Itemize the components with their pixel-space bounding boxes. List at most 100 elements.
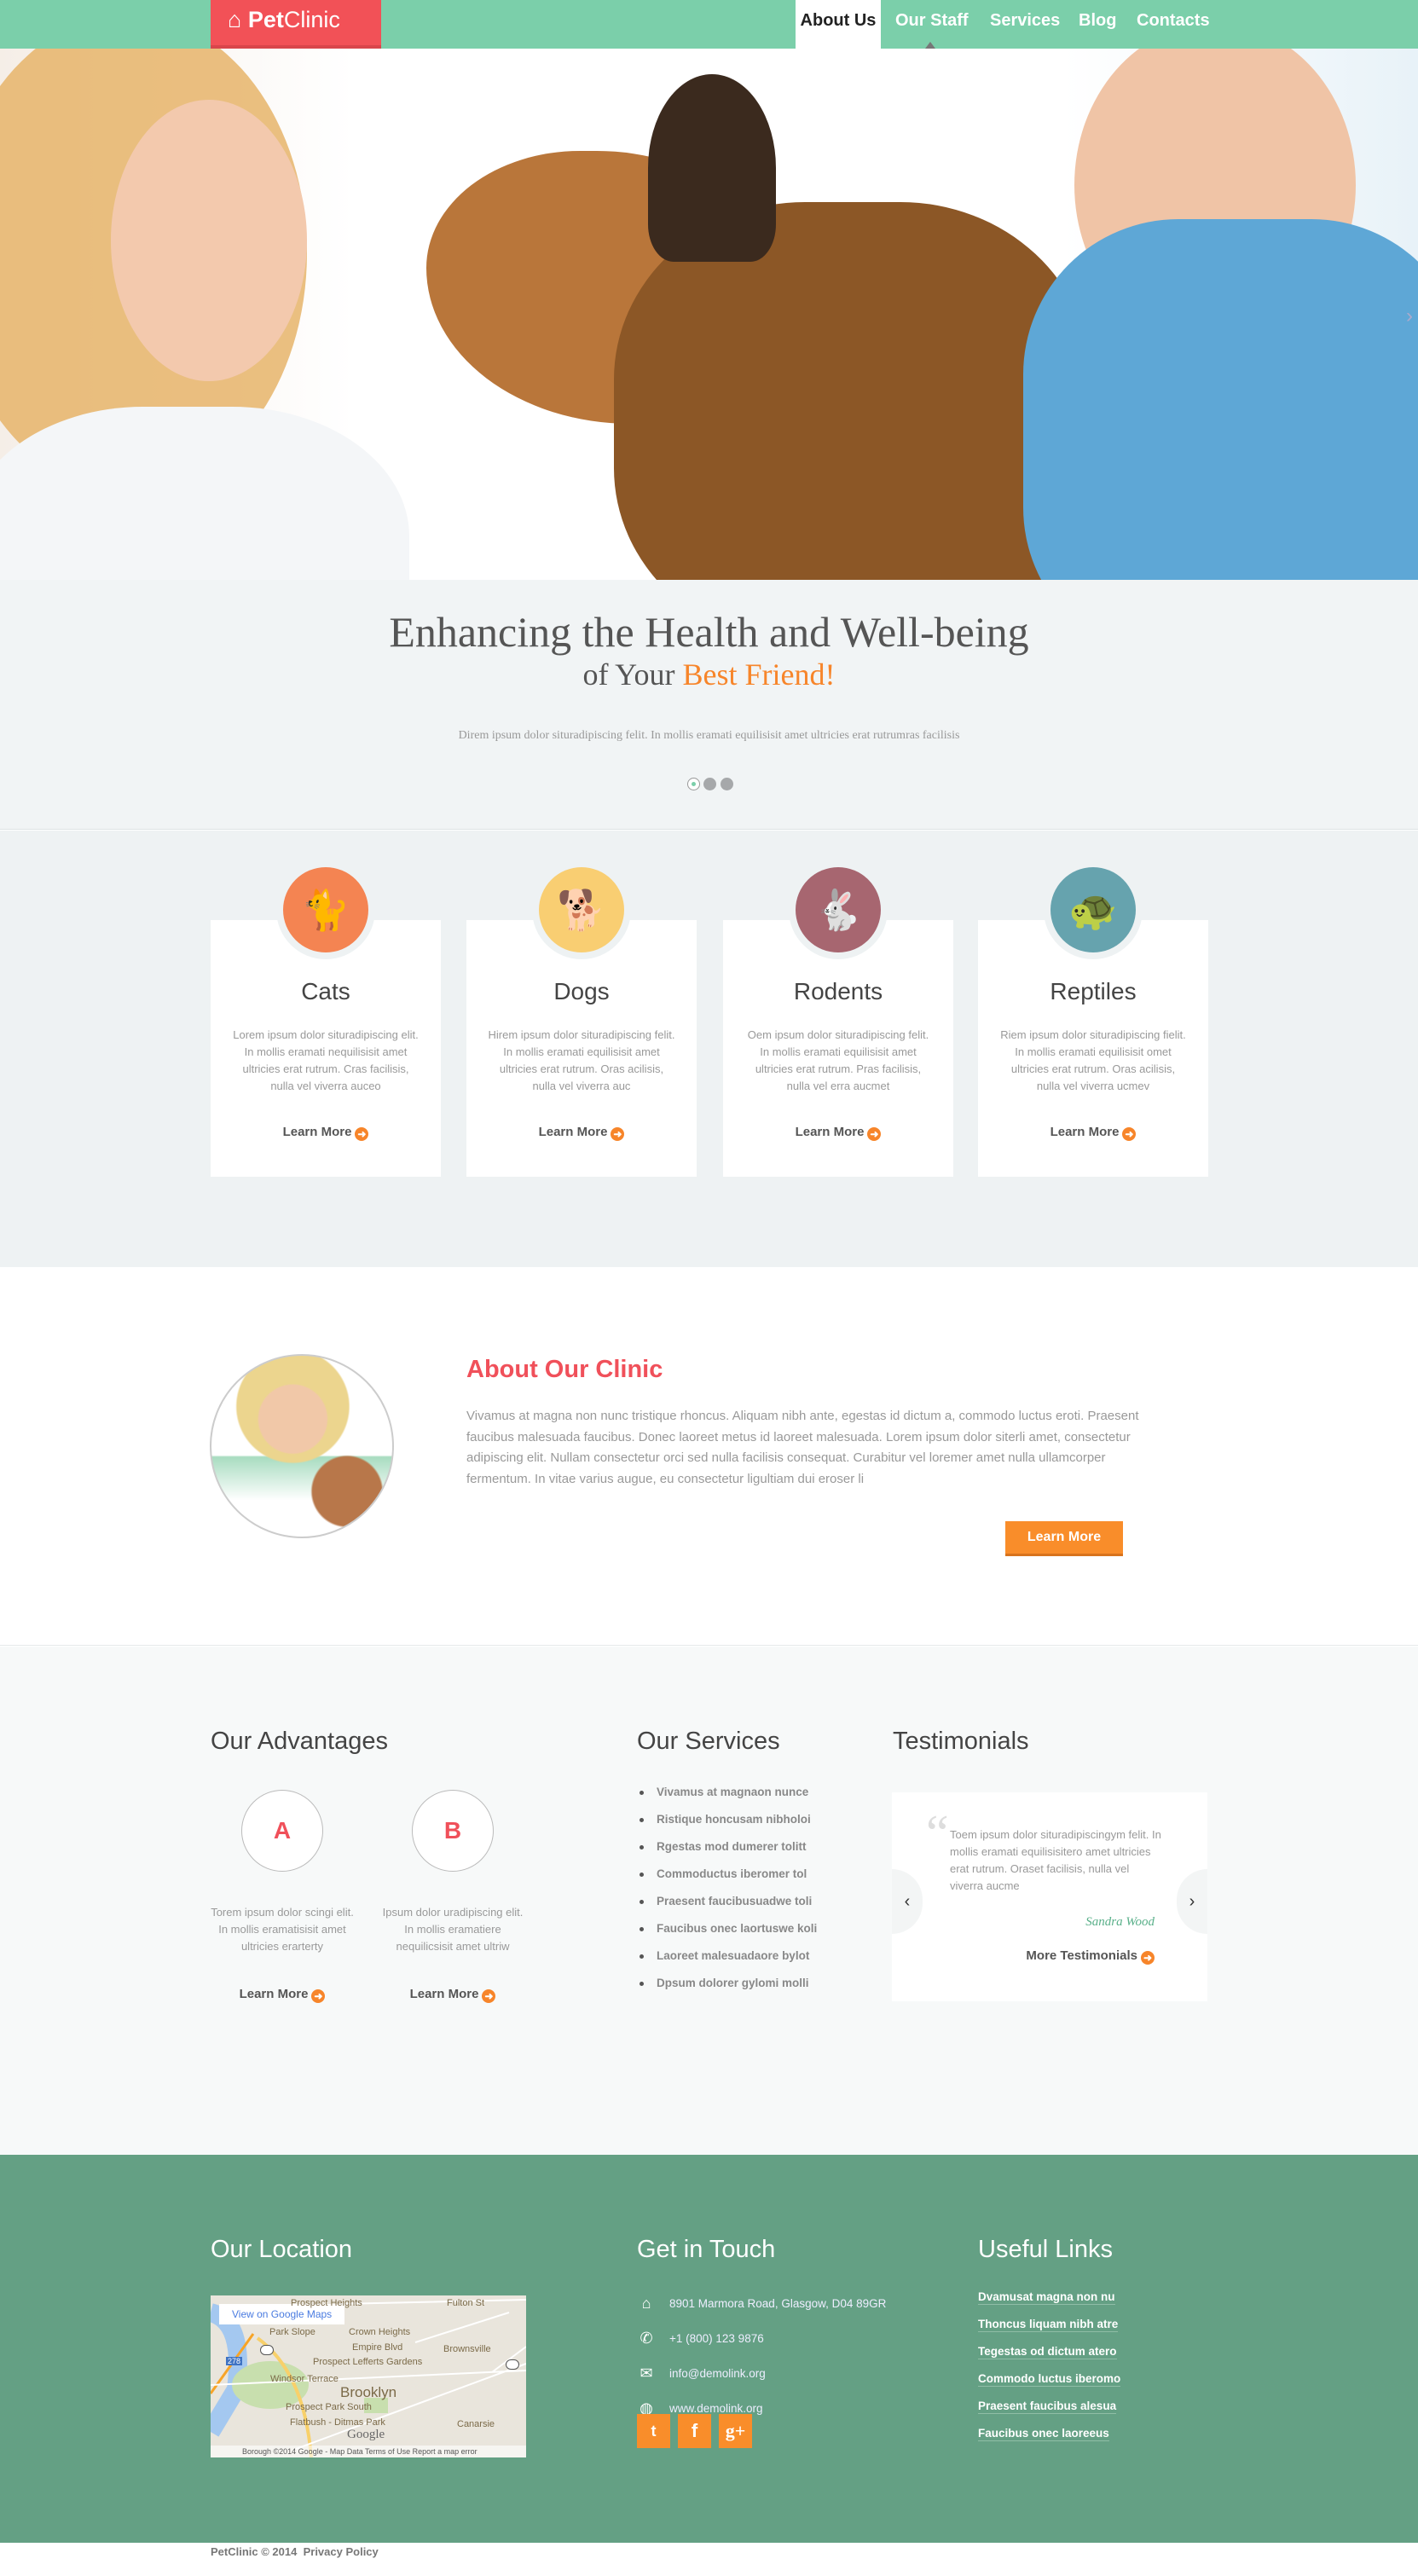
quote-icon: “ <box>926 1805 949 1861</box>
useful-link[interactable]: Thoncus liquam nibh atre <box>978 2318 1119 2332</box>
dog-icon: 🐕 <box>539 867 624 952</box>
arrow-right-icon: ➜ <box>611 1127 625 1141</box>
card-text: Riem ipsum dolor situradipiscing fielit.… <box>1000 1028 1186 1092</box>
nav-about-us[interactable]: About Us <box>796 0 881 49</box>
learn-more-link[interactable]: Learn More ➜ <box>466 1125 697 1141</box>
card-title: Rodents <box>793 978 883 1004</box>
location-title: Our Location <box>211 2236 353 2263</box>
useful-link[interactable]: Praesent faucibus alesua <box>978 2399 1117 2414</box>
about-learn-more-button[interactable]: Learn More <box>1005 1521 1123 1556</box>
slide-dot-3[interactable] <box>721 778 733 790</box>
hero-image: › <box>0 49 1418 580</box>
address: ⌂ 8901 Marmora Road, Glasgow, D04 89GR <box>637 2295 887 2313</box>
cat-icon: 🐈 <box>283 867 368 952</box>
service-item[interactable]: Commoductus iberomer tol <box>640 1866 817 1893</box>
learn-more-link[interactable]: Learn More ➜ <box>210 1987 355 2003</box>
services-list: Vivamus at magnaon nunce Ristique honcus… <box>640 1784 817 2002</box>
pet-categories: 🐈 Cats Lorem ipsum dolor situradipiscing… <box>0 831 1418 1267</box>
slogan-title: Enhancing the Health and Well-being <box>389 608 1029 656</box>
arrow-right-icon: ➜ <box>355 1127 369 1141</box>
service-item[interactable]: Praesent faucibusuadwe toli <box>640 1893 817 1920</box>
useful-link[interactable]: Faucibus onec laoreeus <box>978 2427 1109 2441</box>
useful-link[interactable]: Tegestas od dictum atero <box>978 2345 1117 2359</box>
service-item[interactable]: Vivamus at magnaon nunce <box>640 1784 817 1811</box>
rabbit-icon: 🐇 <box>796 867 881 952</box>
card-text: Hirem ipsum dolor situradipiscing felit.… <box>488 1028 675 1092</box>
phone-icon: ✆ <box>640 2330 653 2347</box>
arrow-right-icon: ➜ <box>1141 1951 1155 1965</box>
learn-more-link[interactable]: Learn More ➜ <box>211 1125 441 1141</box>
logo[interactable]: ⌂ PetClinic <box>211 0 381 49</box>
info-section: Our Advantages A Torem ipsum dolor scing… <box>0 1647 1418 2155</box>
service-item[interactable]: Faucibus onec laortuswe koli <box>640 1920 817 1948</box>
turtle-icon: 🐢 <box>1050 867 1136 952</box>
about-text: Vivamus at magna non nunc tristique rhon… <box>466 1409 1139 1486</box>
privacy-policy-link[interactable]: Privacy Policy <box>304 2545 379 2558</box>
slide-dot-1[interactable] <box>687 778 700 790</box>
nav-services[interactable]: Services <box>990 0 1060 49</box>
testimonial-prev-button[interactable]: ‹ <box>892 1869 923 1934</box>
learn-more-link[interactable]: Learn More ➜ <box>380 1987 525 2003</box>
card-text: Lorem ipsum dolor situradipiscing elit. … <box>233 1028 419 1092</box>
vet-photo <box>210 1354 394 1538</box>
card-rodents: 🐇 Rodents Oem ipsum dolor situradipiscin… <box>723 867 953 1177</box>
map-attribution: Borough ©2014 Google - Map Data Terms of… <box>211 2446 526 2457</box>
slide-dot-2[interactable] <box>703 778 716 790</box>
service-item[interactable]: Rgestas mod dumerer tolitt <box>640 1838 817 1866</box>
advantage-a-badge: A <box>241 1790 323 1872</box>
phone: ✆ +1 (800) 123 9876 <box>637 2330 763 2347</box>
google-map[interactable]: View on Google Maps Park Slope Crown Hei… <box>211 2295 526 2457</box>
useful-link[interactable]: Commodo luctus iberomo <box>978 2372 1121 2387</box>
envelope-icon: ✉ <box>640 2365 653 2382</box>
advantage-text: Torem ipsum dolor scingi elit. In mollis… <box>211 1906 354 1953</box>
learn-more-link[interactable]: Learn More ➜ <box>723 1125 953 1141</box>
about-section: About Our Clinic Vivamus at magna non nu… <box>0 1267 1418 1646</box>
slogan-subtitle: of Your Best Friend! <box>582 657 836 692</box>
more-testimonials-link[interactable]: More Testimonials ➜ <box>1026 1948 1155 1965</box>
card-reptiles: 🐢 Reptiles Riem ipsum dolor situradipisc… <box>978 867 1208 1177</box>
testimonial-author: Sandra Wood <box>1085 1915 1155 1929</box>
testimonials-title: Testimonials <box>893 1728 1029 1755</box>
card-title: Reptiles <box>1050 978 1137 1004</box>
submenu-indicator <box>925 42 935 49</box>
house-icon: ⌂ <box>228 7 242 32</box>
home-icon: ⌂ <box>641 2295 651 2312</box>
card-text: Oem ipsum dolor situradipiscing felit. I… <box>747 1028 929 1092</box>
advantage-b-badge: B <box>412 1790 494 1872</box>
copyright: PetClinic © 2014 Privacy Policy <box>211 2545 379 2558</box>
twitter-icon[interactable]: t <box>637 2414 670 2448</box>
links-title: Useful Links <box>978 2236 1113 2263</box>
contact-title: Get in Touch <box>637 2236 776 2263</box>
advantage-text: Ipsum dolor uradipiscing elit. In mollis… <box>382 1906 524 1953</box>
advantages-title: Our Advantages <box>211 1728 388 1755</box>
testimonial-text: Toem ipsum dolor situradipiscingym felit… <box>950 1828 1161 1892</box>
slogan-text: Direm ipsum dolor situradipiscing felit.… <box>458 729 960 742</box>
slogan-section: Enhancing the Health and Well-being of Y… <box>0 580 1418 830</box>
arrow-right-icon: ➜ <box>867 1127 882 1141</box>
card-title: Dogs <box>553 978 610 1004</box>
testimonial-next-button[interactable]: › <box>1177 1869 1207 1934</box>
card-cats: 🐈 Cats Lorem ipsum dolor situradipiscing… <box>211 867 441 1177</box>
email[interactable]: ✉ info@demolink.org <box>637 2365 765 2382</box>
about-title: About Our Clinic <box>466 1356 663 1383</box>
useful-link[interactable]: Dvamusat magna non nu <box>978 2290 1115 2305</box>
arrow-right-icon: ➜ <box>482 1989 496 2003</box>
nav-blog[interactable]: Blog <box>1079 0 1116 49</box>
testimonial-card: “ Toem ipsum dolor situradipiscingym fel… <box>892 1792 1207 2001</box>
card-dogs: 🐕 Dogs Hirem ipsum dolor situradipiscing… <box>466 867 697 1177</box>
slider-next-icon[interactable]: › <box>1406 304 1413 328</box>
service-item[interactable]: Ristique honcusam nibholoi <box>640 1811 817 1838</box>
arrow-right-icon: ➜ <box>1122 1127 1137 1141</box>
nav-contacts[interactable]: Contacts <box>1137 0 1210 49</box>
google-plus-icon[interactable]: g+ <box>719 2414 752 2448</box>
service-item[interactable]: Dpsum dolorer gylomi molli <box>640 1975 817 2002</box>
google-logo: Google <box>347 2428 385 2441</box>
services-title: Our Services <box>637 1728 780 1755</box>
card-title: Cats <box>301 978 350 1004</box>
top-nav: ⌂ PetClinic About Us Our Staff Services … <box>0 0 1418 49</box>
footer: Our Location View on Google Maps Park Sl… <box>0 2155 1418 2543</box>
facebook-icon[interactable]: f <box>678 2414 711 2448</box>
arrow-right-icon: ➜ <box>311 1989 326 2003</box>
learn-more-link[interactable]: Learn More ➜ <box>978 1125 1208 1141</box>
service-item[interactable]: Laoreet malesuadaore bylot <box>640 1948 817 1975</box>
